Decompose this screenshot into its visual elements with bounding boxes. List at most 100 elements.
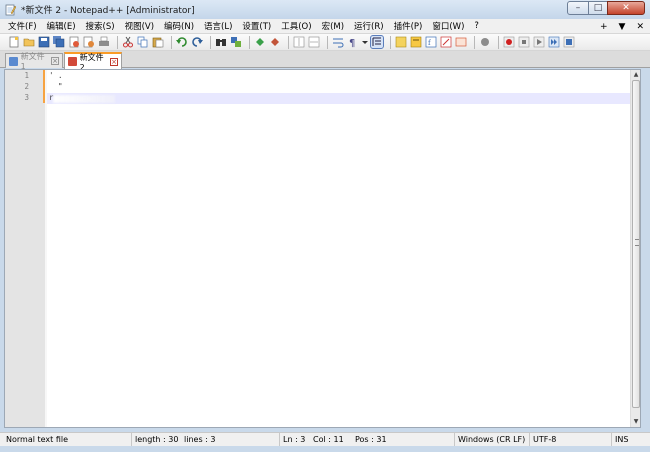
word-wrap-icon[interactable] [332,36,344,48]
replace-icon[interactable] [230,36,242,48]
menubar-right-controls: + ▼ ✕ [600,19,644,34]
status-encoding[interactable]: UTF-8 [529,433,609,447]
scroll-down-arrow-icon[interactable]: ▼ [631,417,641,427]
doc-map-icon[interactable] [410,36,422,48]
menu-encoding[interactable]: 编码(N) [159,20,199,32]
redo-icon[interactable] [191,36,203,48]
run-macro-multiple-icon[interactable] [548,36,560,48]
indent-guide-icon[interactable] [370,35,384,49]
menu-edit[interactable]: 编辑(E) [42,20,81,32]
tab-close-icon[interactable]: × [51,57,59,65]
scroll-up-arrow-icon[interactable]: ▲ [631,70,641,80]
minimize-button[interactable]: – [567,1,589,15]
menu-tools[interactable]: 工具(O) [276,20,316,32]
line-number-gutter: 1 2 3 [5,70,45,427]
new-file-icon[interactable] [8,36,20,48]
sync-horizontal-icon[interactable] [308,36,320,48]
status-col: Col : 11 [313,435,344,444]
tab-list-dropdown[interactable]: ▼ [619,22,626,32]
title-bar: *新文件 2 - Notepad++ [Administrator] – □ ✕ [0,0,650,19]
toolbar-separator [498,35,499,49]
menu-macro[interactable]: 宏(M) [317,20,349,32]
user-language-icon[interactable] [395,36,407,48]
close-file-icon[interactable] [68,36,80,48]
toolbar-separator [390,35,391,49]
find-icon[interactable] [215,36,227,48]
menu-settings[interactable]: 设置(T) [237,20,276,32]
toolbar-separator [288,35,289,49]
save-icon[interactable] [38,36,50,48]
record-macro-icon[interactable] [479,36,491,48]
toolbar-separator [327,35,328,49]
paste-icon[interactable] [152,36,164,48]
dropdown-arrow-icon[interactable] [362,36,368,48]
sync-vertical-icon[interactable] [293,36,305,48]
copy-icon[interactable] [137,36,149,48]
open-file-icon[interactable] [23,36,35,48]
line-number: 2 [24,82,29,91]
menu-plugins[interactable]: 插件(P) [389,20,428,32]
function-list-icon[interactable]: f [425,36,437,48]
saved-file-icon [9,56,18,66]
start-recording-icon[interactable] [503,36,515,48]
menu-bar: 文件(F) 编辑(E) 搜索(S) 视图(V) 编码(N) 语言(L) 设置(T… [0,19,650,34]
status-ln: Ln : 3 [279,433,310,447]
notepad-app-icon [5,4,17,16]
close-document-button[interactable]: ✕ [636,22,644,32]
redacted-text [53,95,115,103]
document-tab-bar: 新文件 1 × 新文件 2 × [0,51,650,72]
status-length: length : 30 [131,433,181,447]
toolbar-separator [117,35,118,49]
save-all-icon[interactable] [53,36,65,48]
status-insert-mode[interactable]: INS [611,433,647,447]
toolbar: ¶ f [0,34,650,51]
save-macro-icon[interactable] [563,36,575,48]
line-number: 3 [24,93,29,102]
zoom-out-icon[interactable] [269,36,281,48]
status-lines: lines : 3 [184,435,216,444]
play-macro-icon[interactable] [533,36,545,48]
close-button[interactable]: ✕ [607,1,645,15]
status-bar: Normal text file length : 30 lines : 3 L… [0,432,650,447]
menu-search[interactable]: 搜索(S) [81,20,120,32]
undo-icon[interactable] [176,36,188,48]
window-bottom-border [0,446,650,452]
current-line-highlight [47,93,630,104]
monitoring-icon[interactable] [455,36,467,48]
tab-new-file-2[interactable]: 新文件 2 × [64,52,122,72]
maximize-button[interactable]: □ [588,1,608,15]
menu-file[interactable]: 文件(F) [0,20,42,32]
tab-close-icon[interactable]: × [110,57,118,66]
stop-macro-icon[interactable] [518,36,530,48]
line-number: 1 [24,71,29,80]
print-icon[interactable] [98,36,110,48]
toolbar-separator [249,35,250,49]
status-pos: Pos : 31 [355,435,387,444]
code-line: ' . [49,71,63,80]
scroll-grip-icon [635,239,639,246]
toolbar-separator [171,35,172,49]
folder-workspace-icon[interactable] [440,36,452,48]
zoom-in-icon[interactable] [254,36,266,48]
show-all-chars-icon[interactable]: ¶ [347,36,359,49]
menu-view[interactable]: 视图(V) [120,20,159,32]
close-all-icon[interactable] [83,36,95,48]
fold-margin [45,70,47,427]
toolbar-separator [474,35,475,49]
code-line: " [49,82,63,91]
unsaved-file-icon [68,57,77,66]
cut-icon[interactable] [122,36,134,48]
svg-text:¶: ¶ [349,38,355,48]
status-eol[interactable]: Windows (CR LF) [454,433,527,447]
menu-help[interactable]: ? [469,21,484,31]
tab-label: 新文件 1 [20,52,45,71]
pin-tab-button[interactable]: + [600,22,608,32]
text-editor[interactable]: 1 2 3 ' . " r ▲ ▼ [4,69,641,428]
scroll-thumb[interactable] [632,80,640,408]
menu-window[interactable]: 窗口(W) [427,20,469,32]
menu-language[interactable]: 语言(L) [199,20,237,32]
toolbar-separator [210,35,211,49]
vertical-scrollbar[interactable]: ▲ ▼ [630,70,640,427]
tab-new-file-1[interactable]: 新文件 1 × [5,52,63,71]
menu-run[interactable]: 运行(R) [349,20,389,32]
